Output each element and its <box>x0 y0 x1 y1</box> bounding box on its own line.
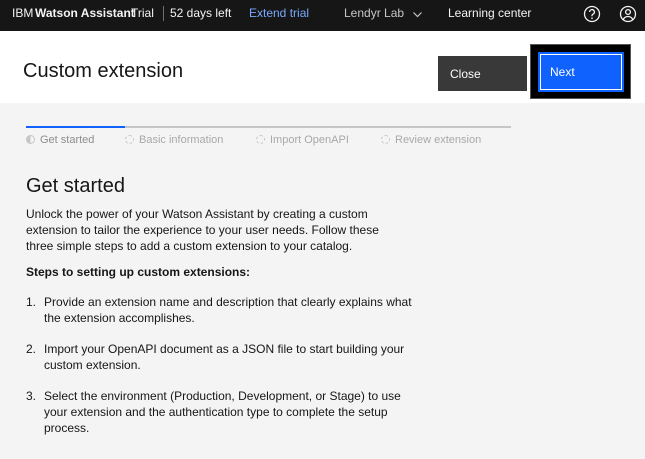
list-item-number: 2. <box>26 342 37 356</box>
close-button[interactable]: Close <box>438 56 527 91</box>
user-avatar-icon[interactable] <box>617 3 639 25</box>
progress-step-review-extension[interactable]: Review extension <box>381 134 481 148</box>
step-current-icon <box>26 135 35 144</box>
list-item: 2. Import your OpenAPI document as a JSO… <box>26 341 416 373</box>
extend-trial-link[interactable]: Extend trial <box>249 0 309 31</box>
chevron-down-icon <box>413 1 423 27</box>
next-button[interactable]: Next <box>538 52 624 92</box>
step-incomplete-icon <box>381 135 390 144</box>
list-item-text: Provide an extension name and descriptio… <box>44 295 412 325</box>
get-started-panel: Get started Unlock the power of your Wat… <box>26 173 426 451</box>
step-label: Import OpenAPI <box>270 134 349 146</box>
help-icon[interactable] <box>581 3 603 25</box>
intro-text: Unlock the power of your Watson Assistan… <box>26 207 379 253</box>
steps-heading: Steps to setting up custom extensions: <box>26 265 251 279</box>
progress-step-import-openapi[interactable]: Import OpenAPI <box>256 134 349 148</box>
progress-indicator: Get started Basic information Import Ope… <box>26 126 511 148</box>
workspace-name: Lendyr Lab <box>344 6 405 20</box>
list-item: 1. Provide an extension name and descrip… <box>26 294 416 326</box>
page-title-bar: Custom extension Close Next <box>0 31 645 103</box>
brand-trial-label: Trial <box>131 6 154 20</box>
steps-list: 1. Provide an extension name and descrip… <box>26 294 426 436</box>
step-incomplete-icon <box>125 135 134 144</box>
progress-step-basic-information[interactable]: Basic information <box>125 134 223 148</box>
brand-ibm: IBM <box>12 6 34 20</box>
step-label: Basic information <box>139 134 224 146</box>
step-label: Review extension <box>395 134 482 146</box>
brand-product-name: Watson Assistant <box>35 6 135 20</box>
header-divider <box>163 6 164 21</box>
section-title: Get started <box>26 175 125 197</box>
list-item: 3. Select the environment (Production, D… <box>26 388 416 436</box>
workspace-switcher[interactable]: Lendyr Lab <box>344 0 423 31</box>
step-incomplete-icon <box>256 135 265 144</box>
list-item-text: Import your OpenAPI document as a JSON f… <box>44 342 405 372</box>
step-label: Get started <box>40 134 95 146</box>
page-title: Custom extension <box>23 60 184 82</box>
progress-step-get-started[interactable]: Get started <box>26 134 94 148</box>
list-item-text: Select the environment (Production, Deve… <box>44 389 401 435</box>
learning-center-link[interactable]: Learning center <box>448 0 531 31</box>
progress-active-bar <box>26 126 125 128</box>
list-item-number: 1. <box>26 295 37 309</box>
trial-days-left: 52 days left <box>170 6 232 20</box>
list-item-number: 3. <box>26 389 37 403</box>
top-header: IBM Watson Assistant Trial 52 days left … <box>0 0 645 31</box>
